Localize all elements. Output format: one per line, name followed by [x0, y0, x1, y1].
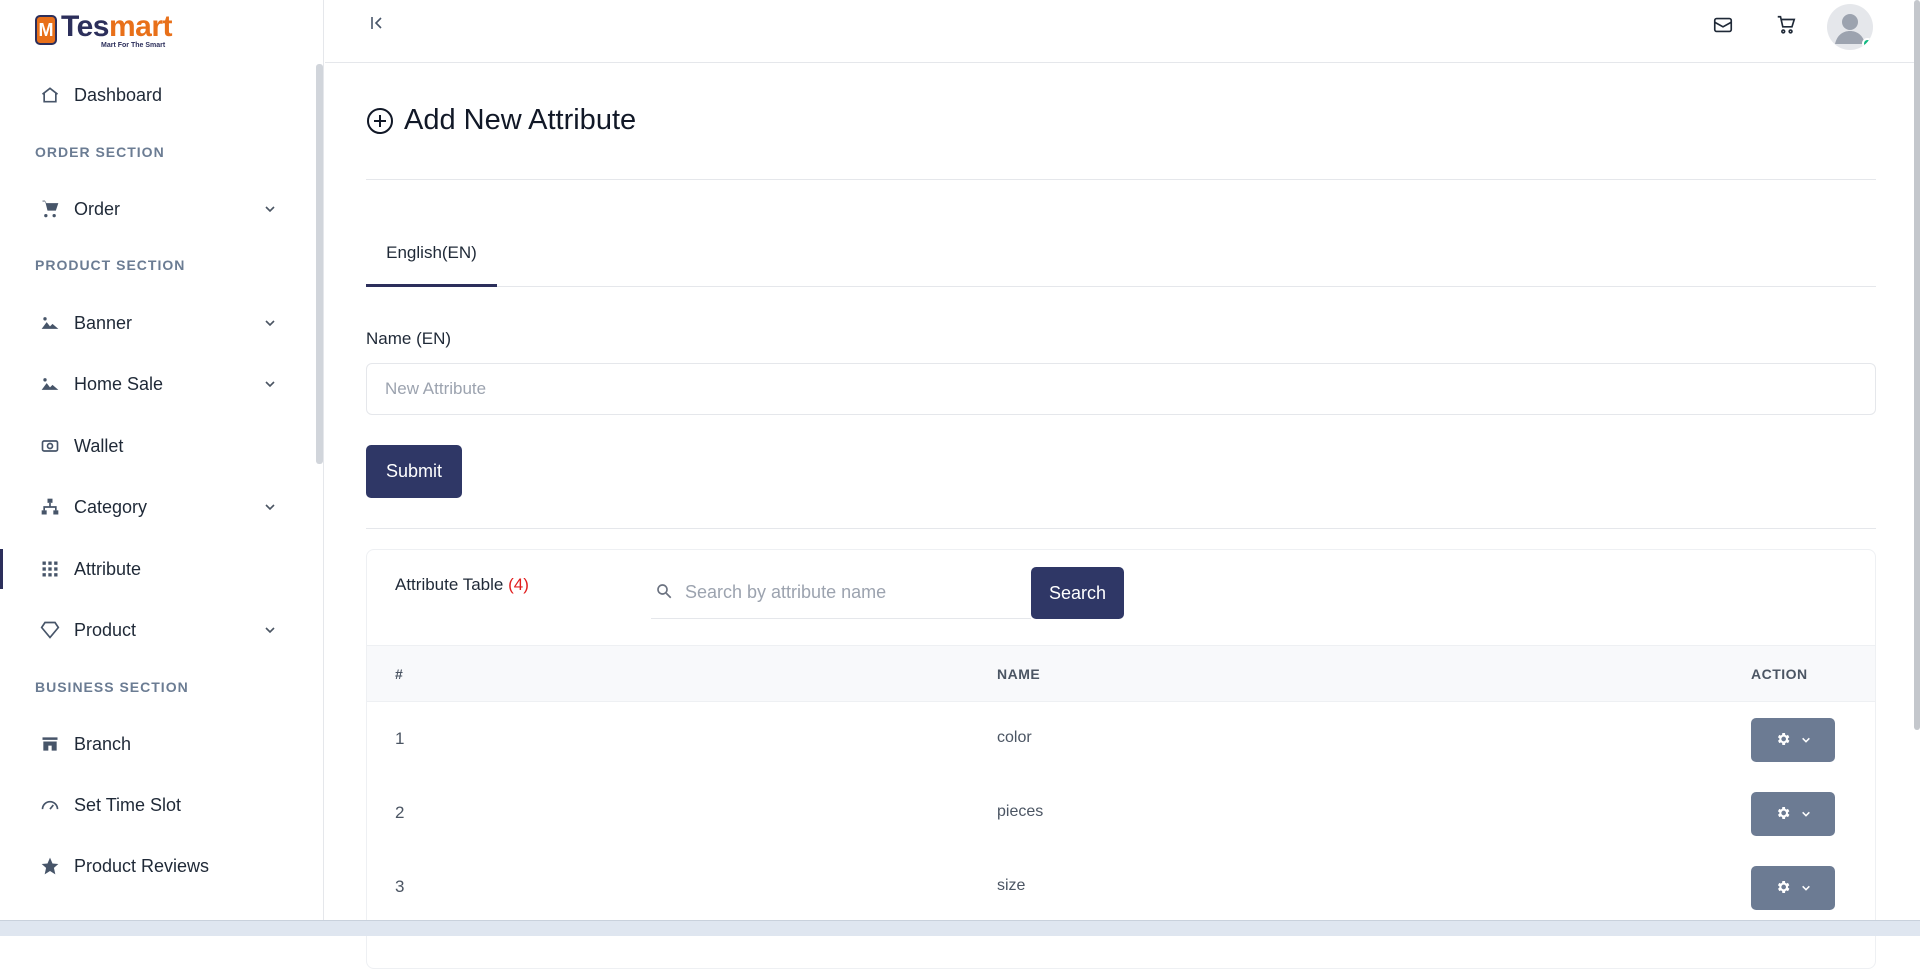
avatar[interactable] — [1827, 4, 1873, 50]
online-status-badge — [1862, 38, 1873, 49]
logo-mark-icon: M — [35, 15, 57, 45]
table-title: Attribute Table (4) — [395, 575, 529, 594]
page-scrollbar[interactable] — [1914, 0, 1920, 730]
page-title: Add New Attribute — [404, 104, 637, 136]
sidebar-item-product-reviews[interactable]: Product Reviews — [0, 842, 320, 890]
page-header: Add New Attribute — [366, 104, 636, 137]
speedometer-icon — [40, 795, 60, 815]
search-button[interactable]: Search — [1031, 567, 1124, 619]
column-header-number: # — [395, 666, 404, 682]
sidebar-item-set-time-slot[interactable]: Set Time Slot — [0, 781, 320, 829]
sidebar-item-label: Branch — [74, 733, 132, 754]
sidebar: M Tesmart Mart For The Smart Dashboard O… — [0, 0, 324, 920]
grid-icon — [40, 559, 60, 579]
column-header-name: NAME — [997, 666, 1041, 682]
attribute-name-input[interactable] — [366, 363, 1876, 415]
chevron-down-icon — [264, 620, 276, 641]
chevron-down-icon — [264, 199, 276, 220]
add-circle-icon — [366, 107, 394, 135]
collapse-sidebar-icon[interactable] — [369, 14, 385, 37]
cart-icon[interactable] — [1775, 14, 1799, 38]
search-input[interactable] — [685, 567, 1025, 617]
table-row: 1 color — [367, 703, 1875, 777]
attribute-table-card: Attribute Table (4) Search # NAME ACTION… — [366, 549, 1876, 969]
diamond-icon — [40, 620, 60, 640]
topbar — [325, 0, 1920, 63]
divider — [366, 528, 1876, 529]
chevron-down-icon — [1801, 733, 1811, 748]
chevron-down-icon — [264, 313, 276, 334]
sidebar-item-label: Attribute — [74, 558, 142, 579]
divider — [366, 179, 1876, 180]
chevron-down-icon — [1801, 807, 1811, 822]
gear-icon — [1775, 805, 1791, 824]
mail-icon[interactable] — [1712, 14, 1736, 38]
chevron-down-icon — [264, 374, 276, 395]
sidebar-item-order[interactable]: Order — [0, 185, 320, 233]
image-icon — [40, 374, 60, 394]
chevron-down-icon — [264, 497, 276, 518]
row-action-button[interactable] — [1751, 866, 1835, 910]
sidebar-item-label: Category — [74, 496, 148, 517]
table-row: 3 size — [367, 851, 1875, 925]
sidebar-item-dashboard[interactable]: Dashboard — [0, 71, 320, 119]
sidebar-item-label: Wallet — [74, 435, 124, 456]
brand-logo[interactable]: M Tesmart Mart For The Smart — [0, 0, 323, 60]
sidebar-item-label: Product Reviews — [74, 855, 210, 876]
submit-button[interactable]: Submit — [366, 445, 462, 498]
sidebar-item-label: Order — [74, 198, 121, 219]
sidebar-item-attribute[interactable]: Attribute — [0, 545, 320, 593]
search-icon — [655, 582, 673, 600]
gear-icon — [1775, 731, 1791, 750]
sidebar-item-banner[interactable]: Banner — [0, 299, 320, 347]
table-header: # NAME ACTION — [367, 645, 1875, 702]
sidebar-item-home-sale[interactable]: Home Sale — [0, 360, 320, 408]
search-box — [651, 567, 1031, 619]
name-field-label: Name (EN) — [366, 329, 452, 348]
os-taskbar — [0, 920, 1920, 936]
sidebar-item-branch[interactable]: Branch — [0, 720, 320, 768]
row-name: size — [997, 877, 1026, 894]
section-heading: BUSINESS SECTION — [35, 679, 189, 695]
row-action-button[interactable] — [1751, 718, 1835, 762]
sidebar-item-label: Home Sale — [74, 373, 164, 394]
sidebar-item-label: Banner — [74, 312, 133, 333]
cart-icon — [40, 199, 60, 219]
tab-english[interactable]: English(EN) — [366, 222, 497, 287]
cash-icon — [40, 436, 60, 456]
sidebar-item-category[interactable]: Category — [0, 483, 320, 531]
image-icon — [40, 313, 60, 333]
table-count-badge: (4) — [508, 575, 529, 594]
store-icon — [40, 734, 60, 754]
row-number: 3 — [395, 877, 405, 896]
sidebar-item-wallet[interactable]: Wallet — [0, 422, 320, 470]
sidebar-item-label: Set Time Slot — [74, 794, 182, 815]
sidebar-item-label: Product — [74, 619, 137, 640]
star-icon — [40, 856, 60, 876]
row-number: 2 — [395, 803, 405, 822]
section-heading: PRODUCT SECTION — [35, 257, 186, 273]
brand-tagline: Mart For The Smart — [101, 41, 166, 49]
language-tabs: English(EN) — [366, 222, 1876, 287]
row-number: 1 — [395, 729, 405, 748]
column-header-action: ACTION — [1751, 666, 1808, 682]
brand-name: Tesmart — [61, 9, 173, 43]
row-name: pieces — [997, 803, 1044, 820]
home-icon — [40, 85, 60, 105]
table-row: 2 pieces — [367, 777, 1875, 851]
sidebar-item-label: Dashboard — [74, 84, 163, 105]
gear-icon — [1775, 879, 1791, 898]
chevron-down-icon — [1801, 881, 1811, 896]
sitemap-icon — [40, 497, 60, 517]
section-heading: ORDER SECTION — [35, 144, 165, 160]
row-action-button[interactable] — [1751, 792, 1835, 836]
row-name: color — [997, 729, 1032, 746]
sidebar-item-product[interactable]: Product — [0, 606, 320, 654]
